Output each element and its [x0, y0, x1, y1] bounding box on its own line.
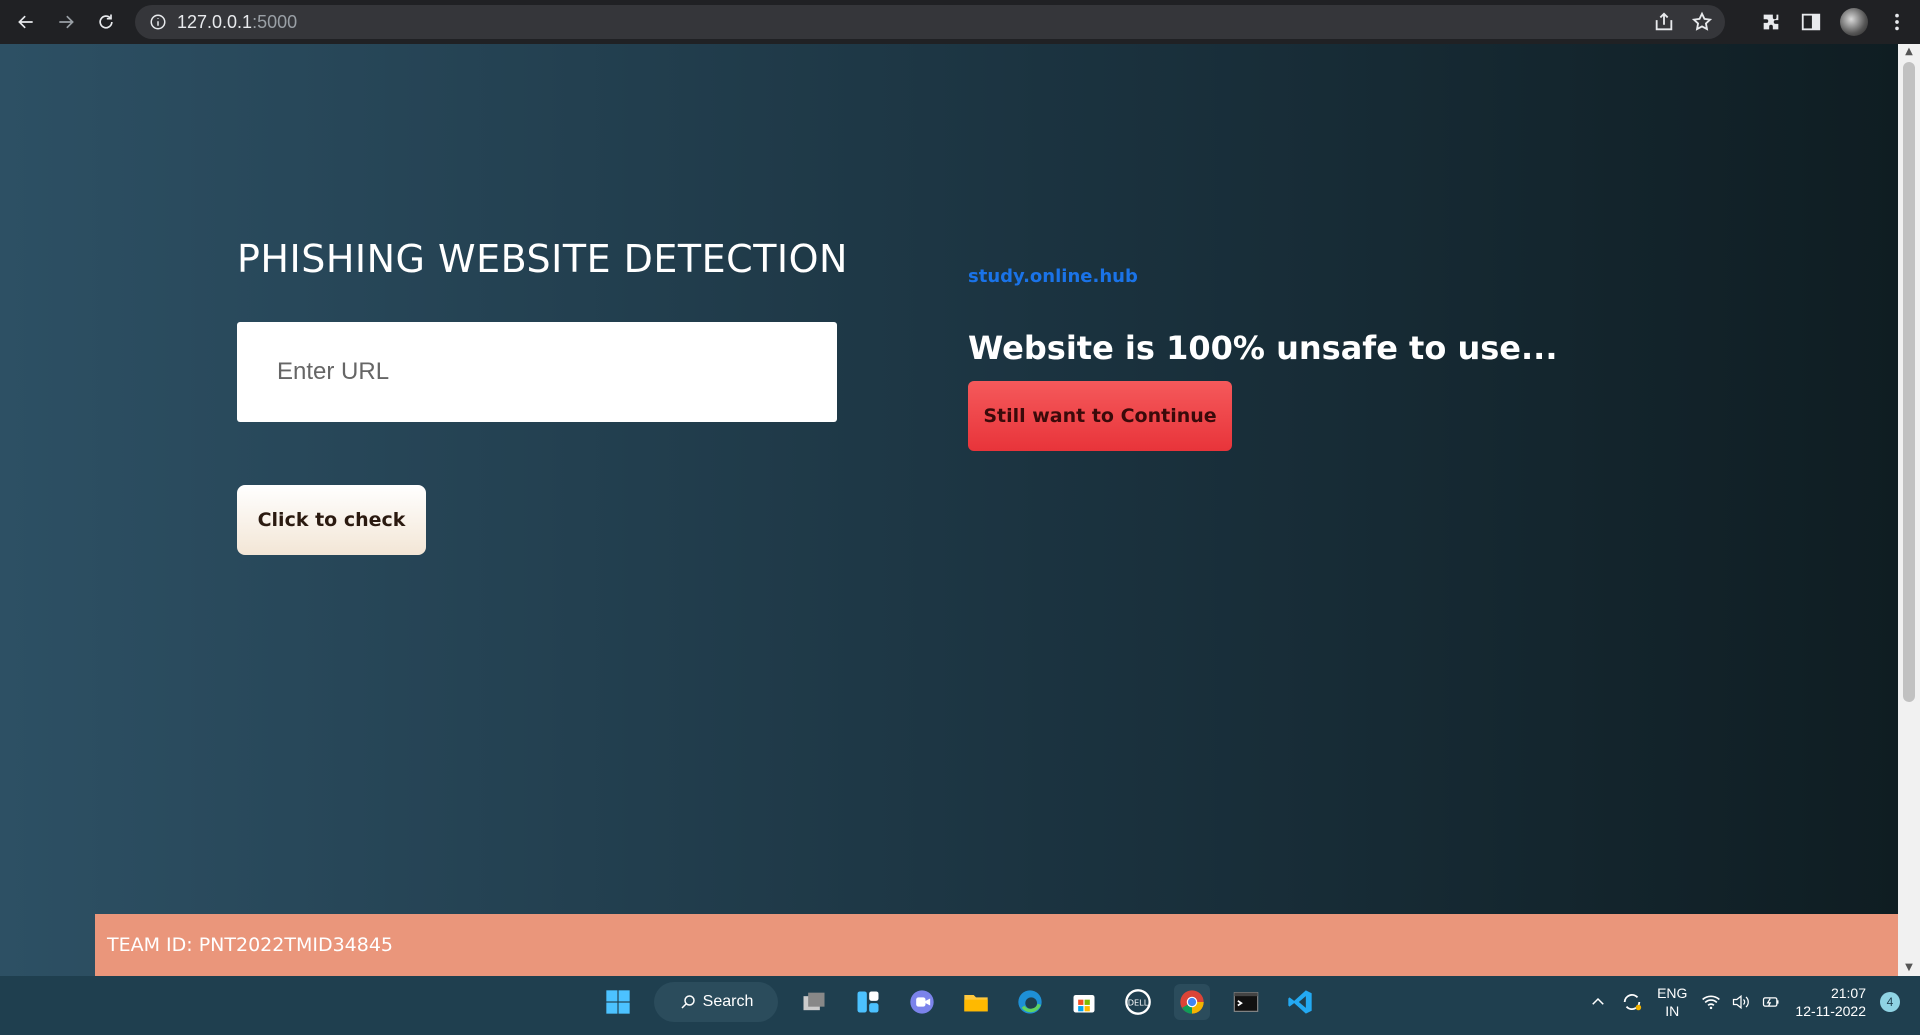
menu-kebab-icon[interactable]	[1886, 11, 1908, 33]
dell-icon: DELL	[1125, 989, 1151, 1015]
taskbar: Search DELL ENG IN 21:07 12-11-2022 4	[0, 976, 1920, 1035]
language-code: ENG	[1657, 985, 1688, 1001]
edge-button[interactable]	[1012, 984, 1048, 1020]
browser-toolbar: 127.0.0.1:5000	[0, 0, 1920, 44]
clock[interactable]: 21:07 12-11-2022	[1795, 984, 1866, 1020]
page-title: PHISHING WEBSITE DETECTION	[237, 237, 848, 281]
vscode-icon	[1288, 990, 1312, 1014]
start-button[interactable]	[600, 984, 636, 1020]
edge-icon	[1018, 990, 1042, 1014]
reload-button[interactable]	[92, 8, 120, 36]
bookmark-star-icon[interactable]	[1691, 11, 1713, 33]
file-explorer-button[interactable]	[958, 984, 994, 1020]
result-message: Website is 100% unsafe to use...	[968, 329, 1558, 367]
chevron-up-icon[interactable]	[1589, 993, 1607, 1011]
language-indicator[interactable]: ENG IN	[1657, 984, 1687, 1020]
svg-text:DELL: DELL	[1128, 998, 1149, 1008]
store-icon	[1073, 995, 1095, 1013]
dell-button[interactable]: DELL	[1120, 984, 1156, 1020]
file-explorer-icon	[964, 995, 988, 1012]
forward-button[interactable]	[52, 8, 80, 36]
widgets-button[interactable]	[850, 984, 886, 1020]
teams-chat-button[interactable]	[904, 984, 940, 1020]
battery-icon	[1763, 997, 1779, 1007]
widgets-icon	[857, 991, 879, 1013]
reload-icon	[99, 14, 113, 29]
arrow-right-icon	[59, 15, 74, 29]
search-icon	[681, 995, 695, 1009]
terminal-button[interactable]	[1228, 984, 1264, 1020]
vertical-scrollbar[interactable]: ▲ ▼	[1898, 44, 1920, 976]
address-url[interactable]: 127.0.0.1:5000	[177, 12, 297, 33]
quick-settings[interactable]	[1701, 992, 1781, 1012]
profile-avatar[interactable]	[1840, 8, 1868, 36]
teams-chat-icon	[910, 990, 934, 1014]
chrome-button[interactable]	[1174, 984, 1210, 1020]
url-input[interactable]	[237, 322, 837, 422]
extensions-icon[interactable]	[1760, 11, 1782, 33]
scroll-thumb[interactable]	[1903, 62, 1915, 702]
share-icon[interactable]	[1653, 11, 1675, 33]
chrome-icon	[1180, 990, 1204, 1014]
clock-date: 12-11-2022	[1795, 1003, 1866, 1019]
url-port: :5000	[252, 11, 298, 32]
task-view-icon	[803, 992, 825, 1011]
side-panel-icon[interactable]	[1800, 11, 1822, 33]
footer-bar: TEAM ID: PNT2022TMID34845	[95, 914, 1898, 976]
scroll-down-arrow-icon[interactable]: ▼	[1898, 960, 1920, 976]
sync-icon[interactable]	[1621, 991, 1643, 1013]
address-bar[interactable]: 127.0.0.1:5000	[135, 5, 1725, 39]
info-icon[interactable]	[149, 13, 167, 31]
volume-icon	[1733, 994, 1750, 1010]
task-view-button[interactable]	[796, 984, 832, 1020]
windows-start-icon	[606, 990, 630, 1014]
scroll-up-arrow-icon[interactable]: ▲	[1898, 44, 1920, 60]
page-content: PHISHING WEBSITE DETECTION Click to chec…	[0, 44, 1898, 976]
vscode-button[interactable]	[1282, 984, 1318, 1020]
site-link[interactable]: study.online.hub	[968, 266, 1138, 287]
search-label: Search	[702, 993, 754, 1010]
store-button[interactable]	[1066, 984, 1102, 1020]
notification-badge[interactable]: 4	[1880, 992, 1900, 1012]
region-code: IN	[1665, 1003, 1680, 1019]
team-id-text: TEAM ID: PNT2022TMID34845	[107, 934, 394, 956]
taskbar-search-button[interactable]: Search	[654, 982, 778, 1022]
check-button[interactable]: Click to check	[237, 485, 426, 555]
back-button[interactable]	[12, 8, 40, 36]
continue-button[interactable]: Still want to Continue	[968, 381, 1232, 451]
url-host: 127.0.0.1	[177, 11, 253, 32]
wifi-icon	[1702, 995, 1721, 1010]
clock-time: 21:07	[1830, 985, 1866, 1001]
arrow-left-icon	[18, 15, 33, 29]
terminal-icon	[1233, 992, 1259, 1012]
